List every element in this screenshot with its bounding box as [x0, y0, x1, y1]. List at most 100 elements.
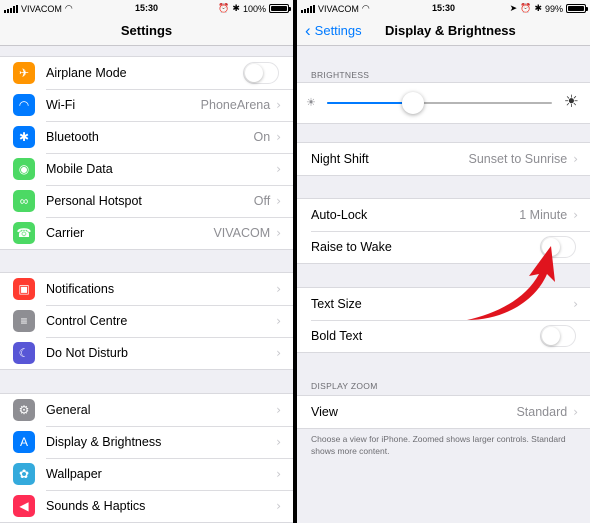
bluetooth-status-icon: ✱ — [534, 3, 542, 13]
settings-row[interactable]: ☾ Do Not Disturb › — [0, 337, 293, 369]
settings-row[interactable]: ◠ Wi-Fi PhoneArena › — [0, 89, 293, 121]
settings-row[interactable]: ∞ Personal Hotspot Off › — [0, 185, 293, 217]
chevron-right-icon: › — [276, 467, 281, 481]
auto-lock-label: Auto-Lock — [311, 208, 368, 222]
settings-row[interactable]: ▣ Notifications › — [0, 273, 293, 305]
text-size-label: Text Size — [311, 297, 362, 311]
page-title: Display & Brightness — [385, 23, 516, 38]
settings-row-value: Off — [253, 194, 271, 208]
display-zoom-header: DISPLAY ZOOM — [311, 381, 378, 391]
airplane-mode-toggle[interactable] — [243, 62, 279, 84]
chevron-right-icon: › — [276, 346, 281, 360]
settings-row-label: Control Centre — [46, 314, 128, 328]
text-size-icon: A — [13, 431, 35, 453]
auto-lock-row[interactable]: Auto-Lock 1 Minute › — [297, 199, 590, 231]
chevron-right-icon: › — [573, 152, 578, 166]
moon-icon: ☾ — [13, 342, 35, 364]
chevron-right-icon: › — [276, 499, 281, 513]
chevron-right-icon: › — [276, 226, 281, 240]
settings-row[interactable]: ✿ Wallpaper › — [0, 458, 293, 490]
night-shift-row[interactable]: Night Shift Sunset to Sunrise › — [297, 143, 590, 175]
sun-small-icon: ☀ — [306, 96, 316, 109]
chevron-right-icon: › — [276, 98, 281, 112]
text-size-row[interactable]: Text Size › — [297, 288, 590, 320]
chevron-right-icon: › — [276, 403, 281, 417]
airplane-icon: ✈ — [13, 62, 35, 84]
night-shift-group: Night Shift Sunset to Sunrise › — [297, 142, 590, 176]
bluetooth-status-icon: ✱ — [232, 3, 240, 13]
back-button[interactable]: ‹ Settings — [305, 22, 362, 39]
chevron-left-icon: ‹ — [305, 21, 311, 40]
raise-to-wake-label: Raise to Wake — [311, 240, 392, 254]
chevron-right-icon: › — [573, 297, 578, 311]
view-label: View — [311, 405, 338, 419]
settings-row[interactable]: ◀ Sounds & Haptics › — [0, 490, 293, 522]
settings-group-notifications: ▣ Notifications › ≡ Control Centre › ☾ Do Not D… — [0, 272, 293, 370]
slider-fill — [327, 102, 413, 104]
nav-bar: ‹ Settings Display & Brightness — [297, 16, 590, 46]
text-group: Text Size › Bold Text — [297, 287, 590, 353]
settings-row-label: Airplane Mode — [46, 66, 127, 80]
slider-thumb[interactable] — [401, 92, 424, 114]
settings-row-label: General — [46, 403, 91, 417]
chevron-right-icon: › — [276, 162, 281, 176]
display-brightness-screen: VIVACOM ◠ 15:30 ➤ ⏰ ✱ 99% ‹ Settings Dis… — [297, 0, 590, 523]
bold-text-toggle[interactable] — [540, 325, 576, 347]
antenna-icon: ◉ — [13, 158, 35, 180]
chevron-right-icon: › — [276, 435, 281, 449]
lock-group: Auto-Lock 1 Minute › Raise to Wake — [297, 198, 590, 264]
alarm-icon: ⏰ — [218, 3, 230, 13]
flower-icon: ✿ — [13, 463, 35, 485]
settings-row-label: Notifications — [46, 282, 115, 296]
slider-track[interactable] — [327, 92, 552, 114]
settings-row-label: Do Not Disturb — [46, 346, 128, 360]
hotspot-icon: ∞ — [13, 190, 35, 212]
gear-icon: ⚙ — [13, 399, 35, 421]
phone-icon: ☎ — [13, 222, 35, 244]
settings-row-label: Sounds & Haptics — [46, 499, 146, 513]
settings-row[interactable]: ◉ Mobile Data › — [0, 153, 293, 185]
night-shift-value: Sunset to Sunrise — [468, 152, 568, 166]
back-label: Settings — [314, 23, 362, 38]
chevron-right-icon: › — [276, 194, 281, 208]
brightness-slider[interactable]: ☀ ☀ — [297, 83, 590, 123]
status-bar: VIVACOM ◠ 15:30 ⏰ ✱ 100% — [0, 0, 293, 16]
raise-to-wake-toggle[interactable] — [540, 236, 576, 258]
settings-row[interactable]: ≡ Control Centre › — [0, 305, 293, 337]
chevron-right-icon: › — [276, 314, 281, 328]
settings-row-value: VIVACOM — [213, 226, 271, 240]
settings-row[interactable]: A Display & Brightness › — [0, 426, 293, 458]
settings-screen: VIVACOM ◠ 15:30 ⏰ ✱ 100% Settings ✈ Airpl… — [0, 0, 293, 523]
settings-row[interactable]: ✱ Bluetooth On › — [0, 121, 293, 153]
bold-text-row: Bold Text — [297, 320, 590, 352]
settings-row[interactable]: ☎ Carrier VIVACOM › — [0, 217, 293, 249]
battery-percent: 100% — [242, 3, 266, 14]
settings-row[interactable]: ⚙ General › — [0, 394, 293, 426]
settings-row-value: On — [253, 130, 271, 144]
battery-icon — [269, 4, 291, 13]
zoom-group: View Standard › — [297, 395, 590, 429]
night-shift-label: Night Shift — [311, 152, 369, 166]
page-title: Settings — [120, 23, 173, 38]
brightness-group: ☀ ☀ — [297, 82, 590, 124]
view-value: Standard — [516, 405, 568, 419]
location-icon: ➤ — [509, 3, 518, 13]
settings-row-label: Wallpaper — [46, 467, 102, 481]
notifications-icon: ▣ — [13, 278, 35, 300]
auto-lock-value: 1 Minute — [519, 208, 568, 222]
settings-row-value: PhoneArena — [200, 98, 271, 112]
settings-row-label: Carrier — [46, 226, 85, 240]
settings-row-label: Wi-Fi — [46, 98, 76, 112]
sun-large-icon: ☀ — [563, 92, 579, 112]
settings-row-label: Bluetooth — [46, 130, 99, 144]
settings-row-label: Mobile Data — [46, 162, 113, 176]
control-centre-icon: ≡ — [13, 310, 35, 332]
speaker-icon: ◀ — [13, 495, 35, 517]
settings-row-label: Display & Brightness — [46, 435, 162, 449]
view-row[interactable]: View Standard › — [297, 396, 590, 428]
raise-to-wake-row: Raise to Wake — [297, 231, 590, 263]
settings-row[interactable]: ✈ Airplane Mode — [0, 57, 293, 89]
battery-icon — [566, 4, 588, 13]
chevron-right-icon: › — [573, 405, 578, 419]
display-zoom-footnote: Choose a view for iPhone. Zoomed shows l… — [311, 434, 566, 456]
